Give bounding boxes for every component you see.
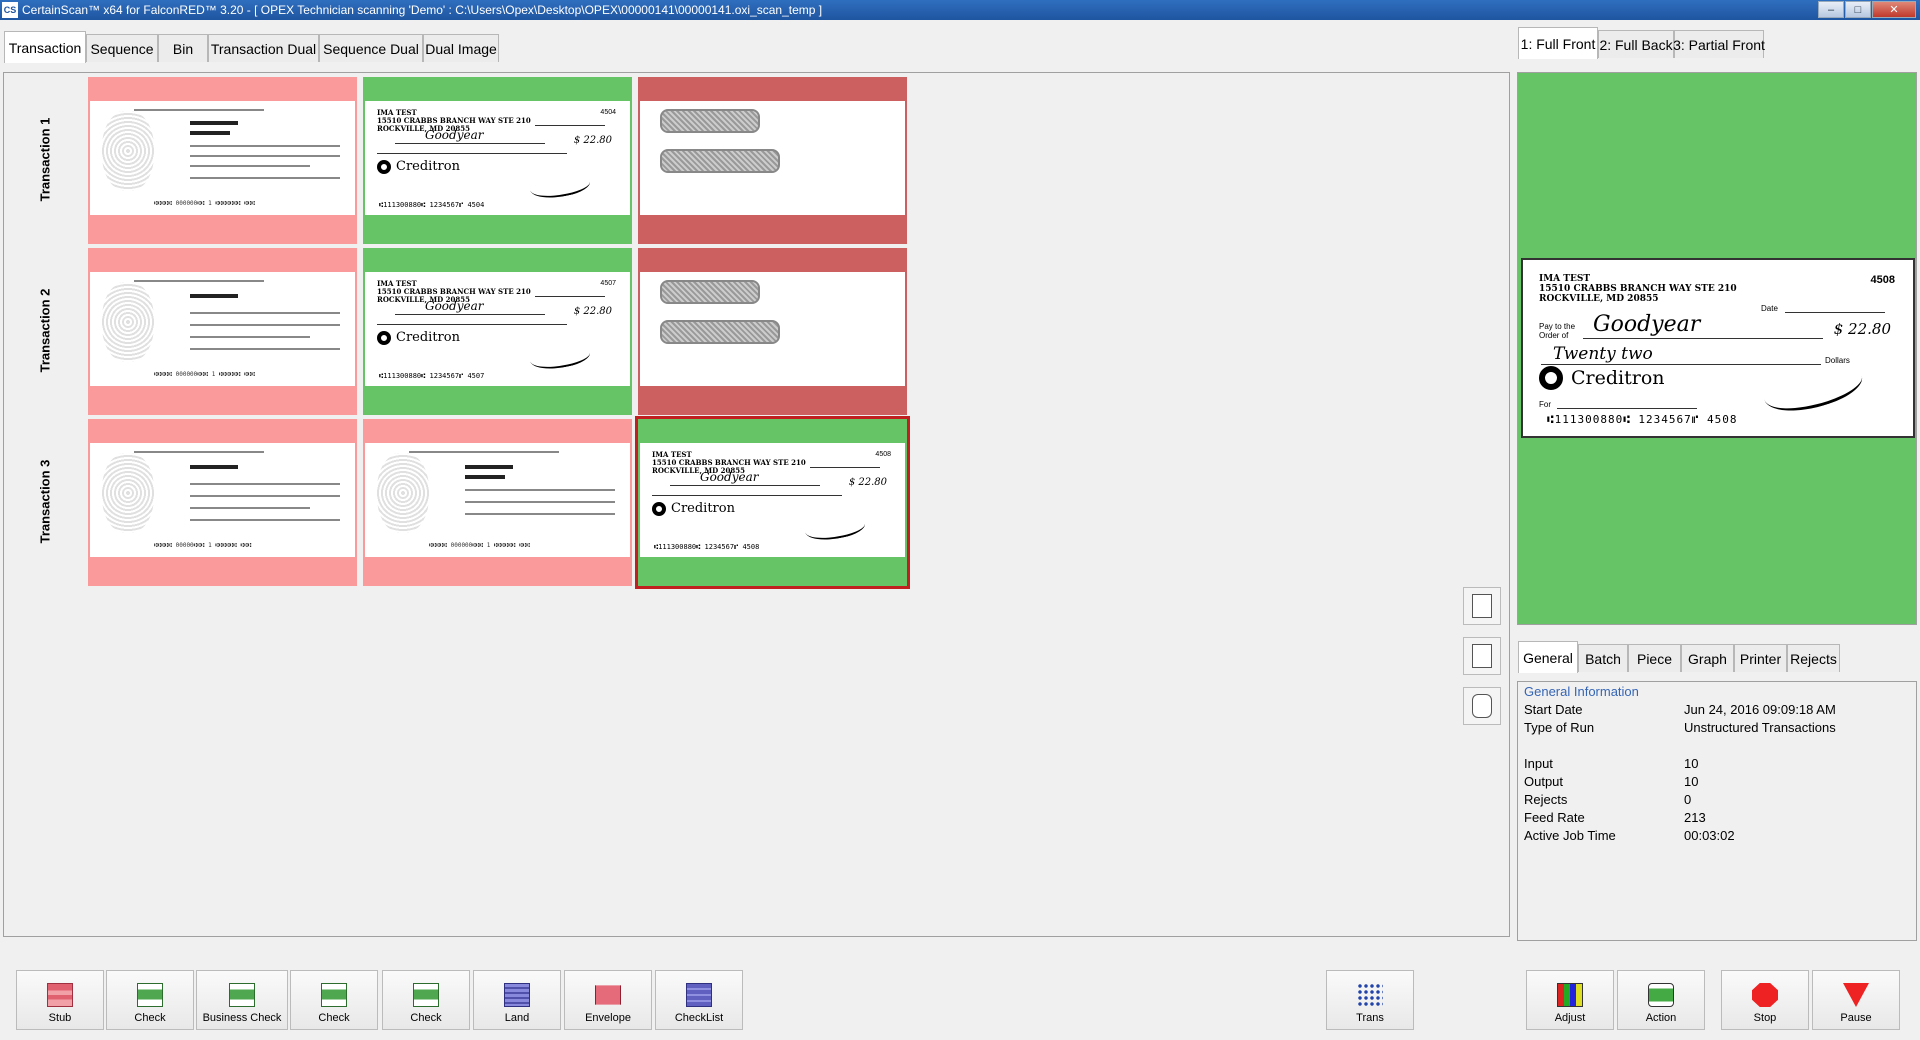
check-image: IMA TEST 15510 CRABBS BRANCH WAY STE 210 R… — [640, 443, 905, 557]
stub-image: ⑆⑆⑆⑆⑆ 000000⑆⑆⑆ 1 ⑆⑆⑆⑆⑆⑆ ⑆⑆⑆ — [365, 443, 630, 557]
tab-partial-front[interactable]: 3: Partial Front — [1673, 30, 1765, 58]
envelope-button[interactable]: Envelope — [564, 970, 652, 1030]
image-envelope[interactable] — [638, 248, 907, 415]
tab-graph[interactable]: Graph — [1681, 644, 1734, 672]
image-check[interactable]: IMA TEST 15510 CRABBS BRANCH WAY STE 210 R… — [363, 77, 632, 244]
image-check[interactable]: IMA TEST 15510 CRABBS BRANCH WAY STE 210 R… — [363, 248, 632, 415]
envelope-image — [640, 101, 905, 215]
stub-button[interactable]: Stub — [16, 970, 104, 1030]
action-button[interactable]: Action — [1617, 970, 1705, 1030]
pause-icon — [1843, 983, 1869, 1007]
tab-printer[interactable]: Printer — [1734, 644, 1787, 672]
tab-transaction-dual[interactable]: Transaction Dual — [208, 34, 319, 62]
image-stub[interactable]: ⑆⑆⑆⑆⑆ 000000⑆⑆ 1 ⑆⑆⑆⑆⑆⑆⑆ ⑆⑆⑆ — [88, 77, 357, 244]
page-front-icon[interactable] — [1463, 587, 1501, 625]
view-tabs: Transaction Sequence Bin Transaction Dua… — [4, 31, 499, 63]
stub-image: ⑆⑆⑆⑆⑆ 000000⑆⑆ 1 ⑆⑆⑆⑆⑆⑆⑆ ⑆⑆⑆ — [90, 101, 355, 215]
scan-grid-panel: Transaction 1 Transaction 2 Transaction … — [3, 72, 1510, 937]
info-start-date: Start Date Jun 24, 2016 09:09:18 AM — [1524, 702, 1836, 717]
info-tabs: General Batch Piece Graph Printer Reject… — [1518, 641, 1840, 673]
check-button-3[interactable]: Check — [382, 970, 470, 1030]
tab-full-front[interactable]: 1: Full Front — [1518, 27, 1598, 59]
image-stub[interactable]: ⑆⑆⑆⑆⑆ 000000⑆⑆⑆ 1 ⑆⑆⑆⑆⑆⑆ ⑆⑆⑆ — [363, 419, 632, 586]
tab-piece[interactable]: Piece — [1628, 644, 1681, 672]
envelope-icon — [595, 985, 621, 1005]
tab-general[interactable]: General — [1518, 641, 1578, 673]
pause-button[interactable]: Pause — [1812, 970, 1900, 1030]
tab-sequence[interactable]: Sequence — [86, 34, 158, 62]
tab-sequence-dual[interactable]: Sequence Dual — [319, 34, 423, 62]
info-input: Input 10 — [1524, 756, 1699, 771]
transaction-label-2: Transaction 2 — [37, 288, 53, 372]
preview-check-image: IMA TEST 15510 CRABBS BRANCH WAY STE 210 R… — [1521, 258, 1915, 438]
general-info-panel: General Information Start Date Jun 24, 20… — [1517, 681, 1917, 941]
envelope-image — [640, 272, 905, 386]
tab-transaction[interactable]: Transaction — [4, 31, 86, 63]
info-type-of-run: Type of Run Unstructured Transactions — [1524, 720, 1836, 735]
check-image: IMA TEST 15510 CRABBS BRANCH WAY STE 210 R… — [365, 272, 630, 386]
image-preview: IMA TEST 15510 CRABBS BRANCH WAY STE 210 R… — [1517, 72, 1917, 625]
stub-image: ⑆⑆⑆⑆⑆ 00000⑆⑆⑆ 1 ⑆⑆⑆⑆⑆⑆ ⑆⑆⑆ — [90, 443, 355, 557]
land-icon — [504, 983, 530, 1007]
check-button-2[interactable]: Check — [290, 970, 378, 1030]
tab-rejects[interactable]: Rejects — [1787, 644, 1840, 672]
land-button[interactable]: Land — [473, 970, 561, 1030]
image-stub[interactable]: ⑆⑆⑆⑆⑆ 00000⑆⑆⑆ 1 ⑆⑆⑆⑆⑆⑆ ⑆⑆⑆ — [88, 419, 357, 586]
adjust-icon — [1557, 983, 1583, 1007]
close-button[interactable]: ✕ — [1872, 1, 1916, 18]
trans-button[interactable]: Trans — [1326, 970, 1414, 1030]
general-info-heading: General Information — [1524, 684, 1639, 699]
maximize-button[interactable]: □ — [1845, 1, 1871, 18]
tab-batch[interactable]: Batch — [1578, 644, 1628, 672]
image-stub[interactable]: ⑆⑆⑆⑆⑆ 000000⑆⑆⑆ 1 ⑆⑆⑆⑆⑆⑆ ⑆⑆⑆ — [88, 248, 357, 415]
app-icon: CS — [2, 2, 18, 18]
check-icon — [413, 983, 439, 1007]
title-bar: CS CertainScan™ x64 for FalconRED™ 3.20 … — [0, 0, 1920, 20]
info-active-job-time: Active Job Time 00:03:02 — [1524, 828, 1735, 843]
tab-dual-image[interactable]: Dual Image — [423, 34, 499, 62]
image-envelope[interactable] — [638, 77, 907, 244]
stub-image: ⑆⑆⑆⑆⑆ 000000⑆⑆⑆ 1 ⑆⑆⑆⑆⑆⑆ ⑆⑆⑆ — [90, 272, 355, 386]
check-icon — [321, 983, 347, 1007]
image-side-tabs: 1: Full Front 2: Full Back 3: Partial Fr… — [1518, 27, 1765, 59]
checklist-icon — [686, 983, 712, 1007]
check-button-1[interactable]: Check — [106, 970, 194, 1030]
stop-button[interactable]: Stop — [1721, 970, 1809, 1030]
tab-full-back[interactable]: 2: Full Back — [1598, 30, 1674, 58]
minimize-button[interactable]: – — [1818, 1, 1844, 18]
check-icon — [137, 983, 163, 1007]
trans-grid-icon — [1357, 983, 1383, 1007]
page-back-icon[interactable] — [1463, 637, 1501, 675]
business-check-button[interactable]: Business Check — [196, 970, 288, 1030]
window-title: CertainScan™ x64 for FalconRED™ 3.20 - [… — [22, 3, 823, 17]
image-check-selected[interactable]: IMA TEST 15510 CRABBS BRANCH WAY STE 210 R… — [635, 416, 910, 589]
check-image: IMA TEST 15510 CRABBS BRANCH WAY STE 210 R… — [365, 101, 630, 215]
business-check-icon — [229, 983, 255, 1007]
stub-icon — [47, 983, 73, 1007]
info-output: Output 10 — [1524, 774, 1699, 789]
adjust-button[interactable]: Adjust — [1526, 970, 1614, 1030]
transaction-label-1: Transaction 1 — [37, 117, 53, 201]
stop-icon — [1752, 983, 1778, 1007]
info-rejects: Rejects 0 — [1524, 792, 1692, 807]
window-controls: – □ ✕ — [1818, 1, 1916, 18]
page-rotate-icon[interactable] — [1463, 687, 1501, 725]
checklist-button[interactable]: CheckList — [655, 970, 743, 1030]
info-feed-rate: Feed Rate 213 — [1524, 810, 1706, 825]
transaction-label-3: Transaction 3 — [37, 459, 53, 543]
action-icon — [1648, 983, 1674, 1007]
tab-bin[interactable]: Bin — [158, 34, 208, 62]
